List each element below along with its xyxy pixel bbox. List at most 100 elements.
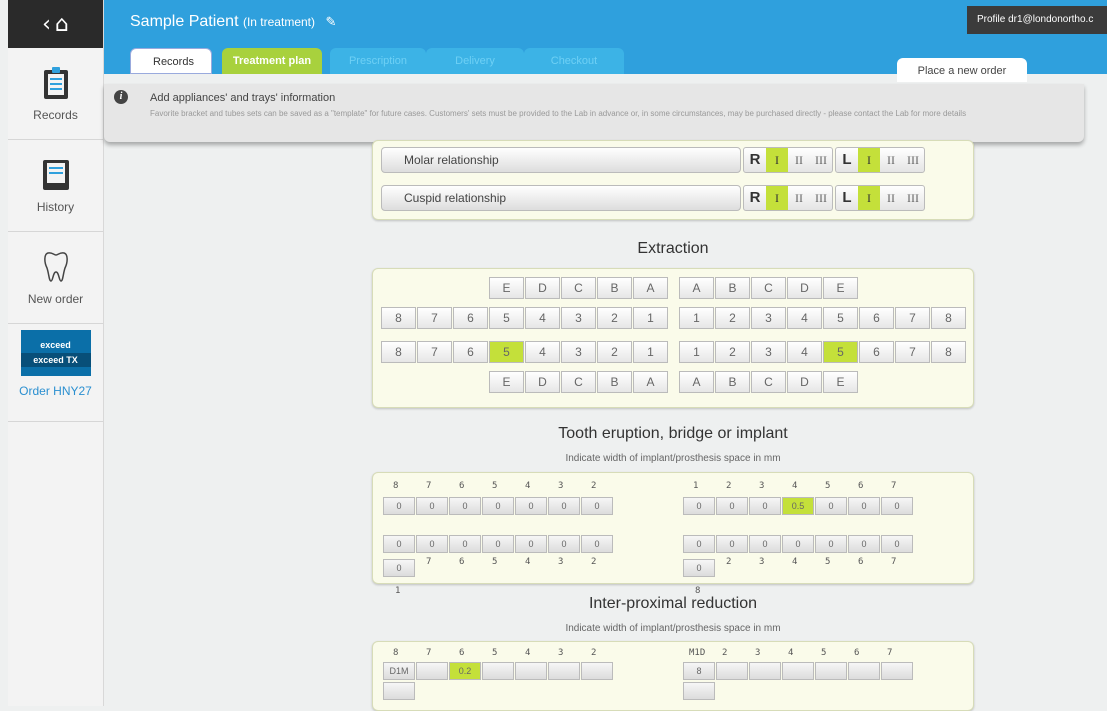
ipr-left-input[interactable] xyxy=(782,662,814,680)
molar-left-class-3[interactable]: III xyxy=(902,148,924,172)
cuspid-left-class-2[interactable]: II xyxy=(880,186,902,210)
molar-left-class-1[interactable]: I xyxy=(858,148,880,172)
ipr-left-input[interactable] xyxy=(716,662,748,680)
eruption-tail-input[interactable]: 0 xyxy=(383,559,415,577)
extraction-lower-primary-left-C[interactable]: C xyxy=(751,371,786,393)
extraction-upper-right-6[interactable]: 6 xyxy=(453,307,488,329)
edit-pencil-icon[interactable]: ✎ xyxy=(325,14,336,29)
tab-prescription[interactable]: Prescription xyxy=(330,48,426,74)
eruption-upper-right-input[interactable]: 0 xyxy=(383,497,415,515)
ipr-right-input[interactable] xyxy=(416,662,448,680)
tab-delivery[interactable]: Delivery xyxy=(426,48,524,74)
eruption-upper-right-input[interactable]: 0 xyxy=(548,497,580,515)
eruption-lower-right-input[interactable]: 0 xyxy=(548,535,580,553)
eruption-tail-input[interactable]: 0 xyxy=(683,559,715,577)
extraction-lower-right-2[interactable]: 2 xyxy=(597,341,632,363)
ipr-right-lower-input[interactable] xyxy=(383,682,415,700)
tab-checkout[interactable]: Checkout xyxy=(524,48,624,74)
ipr-value-input[interactable]: 0.2 xyxy=(449,662,481,680)
extraction-lower-right-1[interactable]: 1 xyxy=(633,341,668,363)
eruption-upper-right-input[interactable]: 0 xyxy=(449,497,481,515)
extraction-lower-primary-left-E[interactable]: E xyxy=(823,371,858,393)
extraction-upper-left-8[interactable]: 8 xyxy=(931,307,966,329)
extraction-upper-right-2[interactable]: 2 xyxy=(597,307,632,329)
eruption-upper-right-input[interactable]: 0 xyxy=(482,497,514,515)
extraction-lower-right-8[interactable]: 8 xyxy=(381,341,416,363)
eruption-lower-left-input[interactable]: 0 xyxy=(683,535,715,553)
eruption-lower-right-input[interactable]: 0 xyxy=(383,535,415,553)
extraction-lower-left-6[interactable]: 6 xyxy=(859,341,894,363)
tab-treatment-plan[interactable]: Treatment plan xyxy=(222,48,322,74)
cuspid-left-class-1[interactable]: I xyxy=(858,186,880,210)
extraction-upper-left-3[interactable]: 3 xyxy=(751,307,786,329)
ipr-right-input[interactable] xyxy=(515,662,547,680)
extraction-lower-primary-E[interactable]: E xyxy=(489,371,524,393)
extraction-upper-left-5[interactable]: 5 xyxy=(823,307,858,329)
eruption-upper-right-input[interactable]: 0 xyxy=(581,497,613,515)
extraction-upper-primary-A[interactable]: A xyxy=(633,277,668,299)
ipr-left-input[interactable] xyxy=(815,662,847,680)
extraction-lower-primary-left-A[interactable]: A xyxy=(679,371,714,393)
extraction-upper-left-7[interactable]: 7 xyxy=(895,307,930,329)
extraction-lower-primary-left-D[interactable]: D xyxy=(787,371,822,393)
extraction-upper-left-1[interactable]: 1 xyxy=(679,307,714,329)
ipr-left-input[interactable] xyxy=(749,662,781,680)
eruption-lower-left-input[interactable]: 0 xyxy=(716,535,748,553)
cuspid-right-class-1[interactable]: I xyxy=(766,186,788,210)
eruption-upper-left-input[interactable]: 0 xyxy=(848,497,880,515)
extraction-lower-left-2[interactable]: 2 xyxy=(715,341,750,363)
ipr-right-input[interactable] xyxy=(548,662,580,680)
extraction-lower-left-8[interactable]: 8 xyxy=(931,341,966,363)
extraction-upper-primary-D[interactable]: D xyxy=(525,277,560,299)
extraction-lower-left-3[interactable]: 3 xyxy=(751,341,786,363)
eruption-lower-left-input[interactable]: 0 xyxy=(782,535,814,553)
molar-left-class-2[interactable]: II xyxy=(880,148,902,172)
extraction-upper-left-4[interactable]: 4 xyxy=(787,307,822,329)
eruption-lower-left-input[interactable]: 0 xyxy=(848,535,880,553)
extraction-lower-primary-B[interactable]: B xyxy=(597,371,632,393)
eruption-upper-right-input[interactable]: 0 xyxy=(416,497,448,515)
extraction-lower-primary-A[interactable]: A xyxy=(633,371,668,393)
cuspid-left-class-3[interactable]: III xyxy=(902,186,924,210)
ipr-right-input[interactable]: D1M xyxy=(383,662,415,680)
extraction-lower-primary-C[interactable]: C xyxy=(561,371,596,393)
extraction-upper-primary-B[interactable]: B xyxy=(597,277,632,299)
extraction-upper-primary-left-C[interactable]: C xyxy=(751,277,786,299)
extraction-upper-right-4[interactable]: 4 xyxy=(525,307,560,329)
extraction-lower-left-7[interactable]: 7 xyxy=(895,341,930,363)
extraction-lower-primary-left-B[interactable]: B xyxy=(715,371,750,393)
sidebar-item-records[interactable]: Records xyxy=(8,48,103,140)
extraction-lower-right-4[interactable]: 4 xyxy=(525,341,560,363)
extraction-upper-left-2[interactable]: 2 xyxy=(715,307,750,329)
extraction-lower-right-3[interactable]: 3 xyxy=(561,341,596,363)
cuspid-right-class-3[interactable]: III xyxy=(810,186,832,210)
sidebar-item-history[interactable]: History xyxy=(8,140,103,232)
extraction-lower-left-5[interactable]: 5 xyxy=(823,341,858,363)
eruption-lower-left-input[interactable]: 0 xyxy=(815,535,847,553)
profile-button[interactable]: Profile dr1@londonortho.c xyxy=(967,6,1107,34)
extraction-lower-right-6[interactable]: 6 xyxy=(453,341,488,363)
eruption-lower-right-input[interactable]: 0 xyxy=(449,535,481,553)
eruption-lower-right-input[interactable]: 0 xyxy=(482,535,514,553)
extraction-upper-right-1[interactable]: 1 xyxy=(633,307,668,329)
place-new-order-tab[interactable]: Place a new order xyxy=(897,58,1027,82)
order-card[interactable]: exceed exceed TX Order HNY27 xyxy=(8,330,103,422)
eruption-upper-left-input[interactable]: 0 xyxy=(881,497,913,515)
molar-right-class-3[interactable]: III xyxy=(810,148,832,172)
eruption-upper-left-input[interactable]: 0.5 xyxy=(782,497,814,515)
ipr-left-lower-input[interactable] xyxy=(683,682,715,700)
tab-records[interactable]: Records xyxy=(130,48,212,74)
eruption-upper-right-input[interactable]: 0 xyxy=(515,497,547,515)
extraction-upper-right-7[interactable]: 7 xyxy=(417,307,452,329)
eruption-lower-right-input[interactable]: 0 xyxy=(416,535,448,553)
extraction-upper-right-3[interactable]: 3 xyxy=(561,307,596,329)
extraction-lower-left-1[interactable]: 1 xyxy=(679,341,714,363)
eruption-lower-left-input[interactable]: 0 xyxy=(881,535,913,553)
extraction-upper-primary-E[interactable]: E xyxy=(489,277,524,299)
eruption-upper-left-input[interactable]: 0 xyxy=(815,497,847,515)
eruption-lower-right-input[interactable]: 0 xyxy=(581,535,613,553)
extraction-upper-primary-left-B[interactable]: B xyxy=(715,277,750,299)
extraction-upper-right-8[interactable]: 8 xyxy=(381,307,416,329)
molar-right-class-2[interactable]: II xyxy=(788,148,810,172)
ipr-right-input[interactable] xyxy=(482,662,514,680)
